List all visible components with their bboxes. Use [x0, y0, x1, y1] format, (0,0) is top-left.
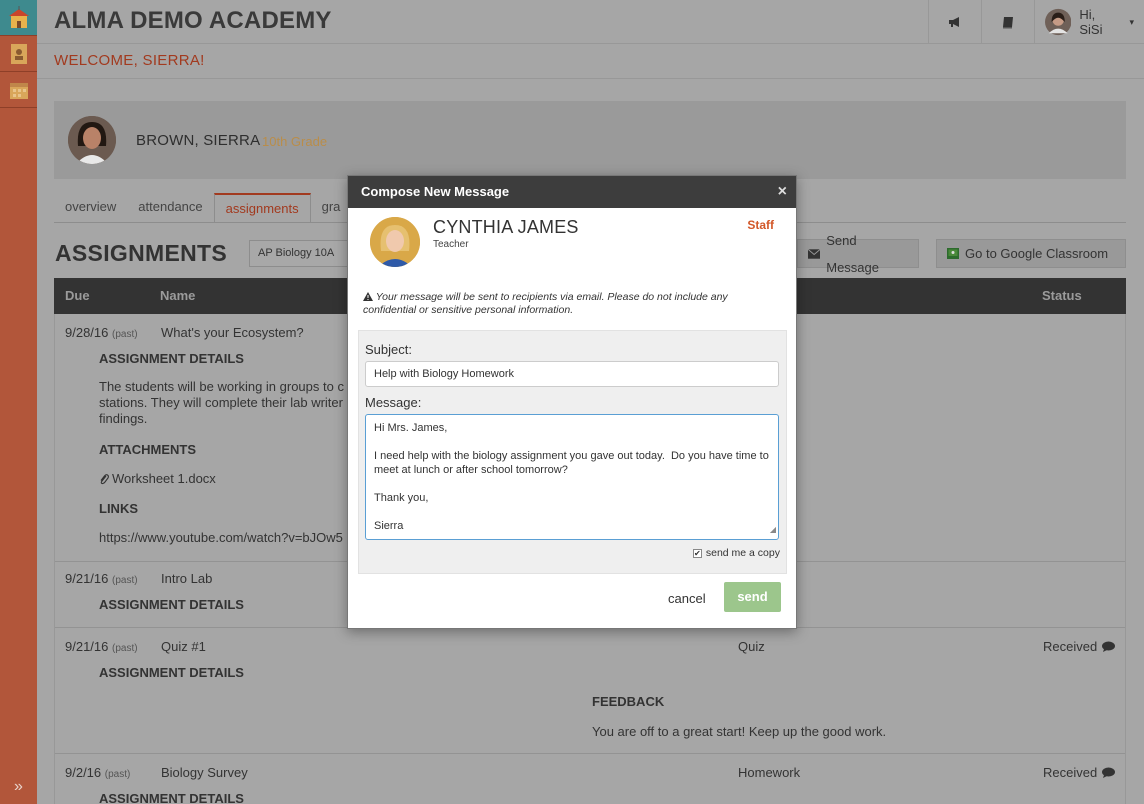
past-badge: (past)	[112, 575, 138, 586]
user-greeting: Hi, SiSi	[1079, 7, 1103, 37]
student-avatar	[68, 116, 116, 164]
rail-calendar-button[interactable]	[0, 72, 37, 108]
details-label: ASSIGNMENT DETAILS	[99, 665, 244, 680]
student-name: BROWN, SIERRA	[136, 132, 261, 149]
page-title: ASSIGNMENTS	[55, 240, 227, 266]
tab-grades[interactable]: gra	[311, 193, 352, 223]
message-form: Subject: Help with Biology Homework Mess…	[358, 330, 787, 574]
student-card: BROWN, SIERRA 10th Grade	[54, 101, 1126, 179]
assignment-name[interactable]: Biology Survey	[161, 765, 248, 780]
comment-icon	[1102, 641, 1116, 652]
assignment-type: Homework	[738, 765, 801, 780]
assignment-name[interactable]: What's your Ecosystem?	[161, 325, 304, 340]
left-rail: »	[0, 0, 37, 804]
resize-handle-icon[interactable]: ◢	[770, 523, 776, 537]
subject-label: Subject:	[365, 342, 412, 357]
warning-icon	[363, 292, 373, 301]
calendar-icon	[9, 82, 28, 99]
envelope-icon	[808, 248, 821, 259]
assignment-name[interactable]: Quiz #1	[161, 639, 206, 654]
attachment-link[interactable]: Worksheet 1.docx	[99, 471, 216, 486]
past-badge: (past)	[112, 329, 138, 340]
modal-title: Compose New Message	[361, 184, 510, 199]
tab-attendance[interactable]: attendance	[127, 193, 213, 223]
rail-home-button[interactable]	[0, 0, 37, 36]
announcements-button[interactable]	[928, 0, 981, 44]
megaphone-icon	[949, 17, 959, 27]
due-date: 9/2/16 (past)	[65, 765, 131, 780]
column-due[interactable]: Due	[65, 288, 90, 303]
column-name[interactable]: Name	[160, 288, 195, 303]
external-link[interactable]: https://www.youtube.com/watch?v=bJOw5	[99, 530, 343, 545]
subject-input[interactable]: Help with Biology Homework	[365, 361, 779, 387]
staff-badge: Staff	[747, 218, 774, 232]
send-message-label: Send Message	[826, 232, 879, 275]
feedback-text: You are off to a great start! Keep up th…	[592, 724, 887, 739]
details-label: ASSIGNMENT DETAILS	[99, 351, 244, 366]
table-row[interactable]: 9/2/16 (past) Biology Survey Homework Re…	[55, 754, 1125, 804]
recipient-name: CYNTHIA JAMES	[433, 217, 579, 237]
divider	[37, 78, 1144, 79]
past-badge: (past)	[112, 643, 138, 654]
details-label: ASSIGNMENT DETAILS	[99, 597, 244, 612]
paperclip-icon	[100, 473, 109, 484]
top-bar: ALMA DEMO ACADEMY Hi, SiSi ▾	[37, 0, 1144, 44]
email-notice: Your message will be sent to recipients …	[363, 291, 728, 316]
details-label: ASSIGNMENT DETAILS	[99, 791, 244, 804]
due-date: 9/21/16 (past)	[65, 639, 138, 654]
student-grade: 10th Grade	[262, 134, 328, 149]
links-label: LINKS	[99, 501, 138, 516]
due-date: 9/21/16 (past)	[65, 571, 138, 586]
rail-profile-button[interactable]	[0, 36, 37, 72]
user-menu[interactable]: Hi, SiSi ▾	[1034, 0, 1144, 44]
send-copy-checkbox[interactable]: ✔	[692, 548, 702, 558]
column-status[interactable]: Status	[1042, 288, 1082, 303]
status-badge[interactable]: Received	[1043, 765, 1116, 780]
rail-expand-icon[interactable]: »	[0, 778, 37, 796]
details-text: The students will be working in groups t…	[99, 379, 344, 426]
message-textarea[interactable]: Hi Mrs. James, I need help with the biol…	[365, 414, 779, 540]
tab-overview[interactable]: overview	[54, 193, 127, 223]
table-row[interactable]: 9/21/16 (past) Quiz #1 Quiz Received ASS…	[55, 628, 1125, 754]
school-icon	[8, 5, 29, 28]
past-badge: (past)	[104, 769, 131, 780]
welcome-message: WELCOME, SIERRA!	[54, 52, 205, 69]
top-actions: Hi, SiSi ▾	[928, 0, 1144, 44]
assignment-type: Quiz	[738, 639, 765, 654]
status-badge[interactable]: Received	[1043, 639, 1116, 654]
send-message-button[interactable]: Send Message	[797, 233, 919, 275]
book-icon	[1003, 16, 1013, 28]
due-date: 9/28/16 (past)	[65, 325, 138, 340]
user-avatar	[1045, 8, 1072, 36]
assignment-name[interactable]: Intro Lab	[161, 571, 212, 586]
send-button[interactable]: send	[724, 582, 781, 612]
comment-icon	[1102, 767, 1116, 778]
google-classroom-icon	[947, 248, 959, 259]
google-classroom-label: Go to Google Classroom	[965, 246, 1109, 261]
app-title: ALMA DEMO ACADEMY	[54, 7, 332, 34]
send-copy-label: send me a copy	[705, 547, 780, 559]
send-copy-option[interactable]: ✔ send me a copy	[692, 547, 780, 559]
student-tabs: overview attendance assignments gra	[54, 193, 351, 223]
message-label: Message:	[365, 395, 422, 410]
cancel-button[interactable]: cancel	[668, 591, 706, 606]
feedback-label: FEEDBACK	[592, 694, 665, 709]
tab-assignments[interactable]: assignments	[213, 193, 311, 223]
recipient-avatar	[370, 217, 420, 267]
chevron-down-icon: ▾	[1129, 16, 1134, 27]
modal-header: Compose New Message ×	[348, 176, 796, 208]
compose-message-modal: Compose New Message × CYNTHIA JAMES Teac…	[347, 175, 797, 629]
close-icon[interactable]: ×	[778, 176, 787, 208]
library-button[interactable]	[981, 0, 1034, 44]
google-classroom-button[interactable]: Go to Google Classroom	[936, 239, 1126, 268]
attachments-label: ATTACHMENTS	[99, 442, 197, 457]
recipient-role: Teacher	[433, 239, 469, 250]
contact-book-icon	[10, 43, 27, 64]
course-select[interactable]: AP Biology 10A	[249, 240, 349, 267]
